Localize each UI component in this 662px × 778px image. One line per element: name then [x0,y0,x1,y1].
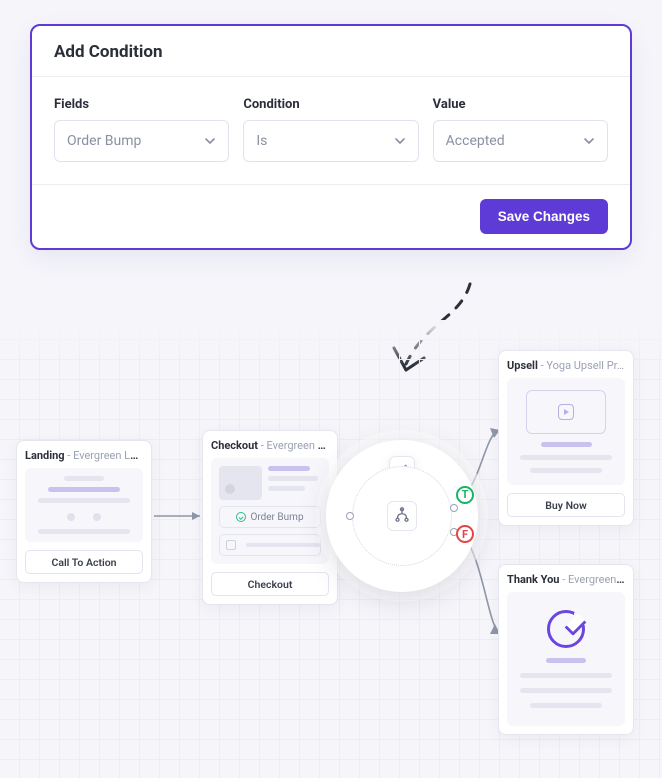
value-value: Accepted [446,133,505,149]
value-label: Value [433,97,608,112]
input-port[interactable] [346,512,354,520]
play-icon [558,404,574,420]
node-preview [507,592,625,726]
value-select[interactable]: Accepted [433,120,608,162]
fields-value: Order Bump [67,133,141,149]
node-checkout-button[interactable]: Checkout [211,572,329,596]
node-preview: Order Bump [211,458,329,564]
true-port[interactable] [450,504,458,512]
order-bump-pill: Order Bump [219,506,321,528]
check-circle-icon [236,512,246,522]
node-cta-button[interactable]: Call To Action [25,550,143,574]
node-title: Upsell - Yoga Upsell Pr… [507,359,625,372]
true-badge: T [456,486,474,504]
condition-label: Condition [243,97,418,112]
branch-icon [387,501,417,531]
chevron-down-icon [394,135,406,147]
success-check-icon [547,610,585,648]
value-column: Value Accepted [433,97,608,162]
condition-value: Is [256,133,267,149]
save-changes-button[interactable]: Save Changes [480,199,608,234]
panel-title: Add Condition [32,42,630,76]
node-preview [507,378,625,485]
condition-select[interactable]: Is [243,120,418,162]
condition-column: Condition Is [243,97,418,162]
funnel-canvas[interactable]: Landing - Evergreen Lan… Call To Action … [0,320,662,778]
fields-select[interactable]: Order Bump [54,120,229,162]
node-buy-button[interactable]: Buy Now [507,493,625,517]
fields-label: Fields [54,97,229,112]
node-title: Thank You - Evergreen Tha… [507,573,625,586]
video-placeholder [526,390,606,434]
node-upsell[interactable]: Upsell - Yoga Upsell Pr… Buy Now [498,350,634,526]
node-thankyou[interactable]: Thank You - Evergreen Tha… [498,564,634,735]
node-title: Landing - Evergreen Lan… [25,449,143,462]
panel-footer: Save Changes [32,185,630,234]
checkbox-row [219,534,321,556]
add-condition-panel: Add Condition Fields Order Bump Conditio… [30,24,632,250]
chevron-down-icon [583,135,595,147]
fields-column: Fields Order Bump [54,97,229,162]
image-placeholder-icon [219,466,262,500]
node-title: Checkout - Evergreen Che… [211,439,329,452]
node-landing[interactable]: Landing - Evergreen Lan… Call To Action [16,440,152,583]
chevron-down-icon [204,135,216,147]
node-checkout[interactable]: Checkout - Evergreen Che… Order Bump Che… [202,430,338,605]
node-preview [25,468,143,542]
checkbox-icon [226,540,236,550]
split-inner [352,466,452,566]
false-badge: F [456,525,474,543]
split-condition-node[interactable]: T F [326,440,478,592]
condition-row: Fields Order Bump Condition Is Value Acc… [32,76,630,185]
